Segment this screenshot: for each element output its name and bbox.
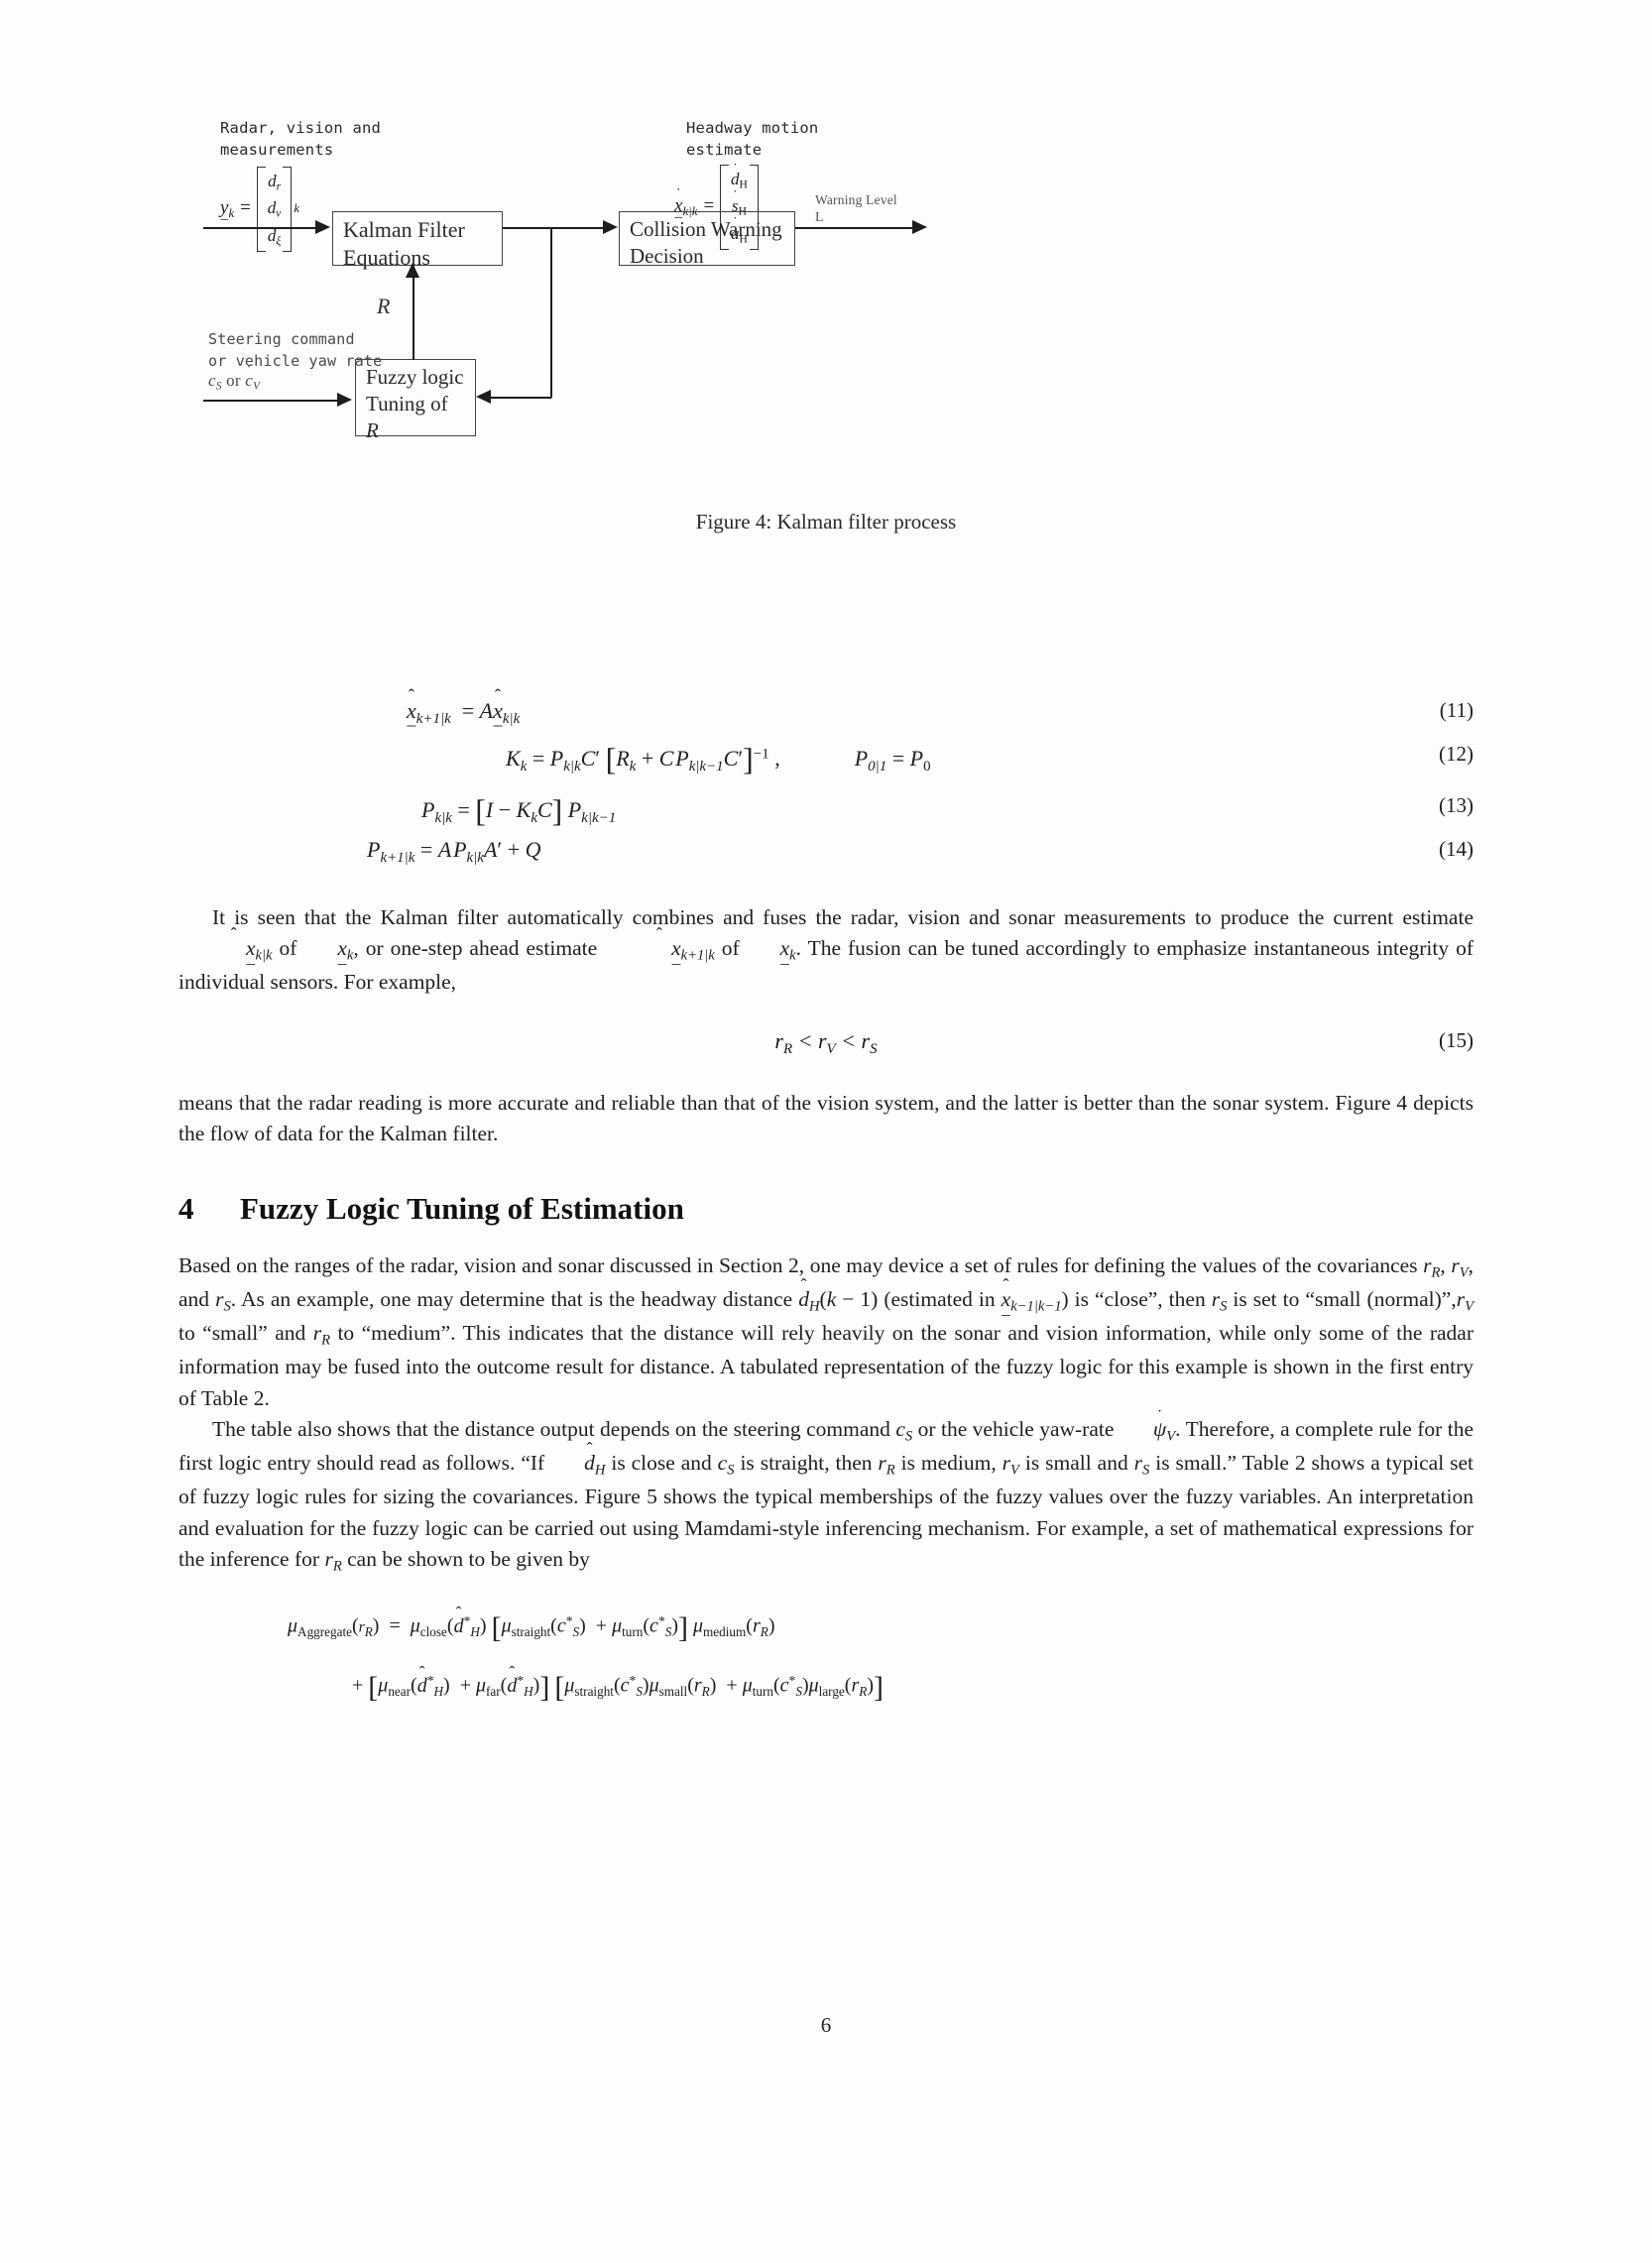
equation-13-body: Pk|k = [I − KkC] Pk|k−1 (421, 793, 617, 828)
figure-kalman-process: Radar, vision and measurements y _ k = dr d… (178, 109, 1474, 664)
paragraph-kalman-fusion: It is seen that the Kalman filter automa… (178, 905, 1474, 995)
box-fuzzy-line-3: R (366, 417, 379, 442)
measurement-matrix: dr dv dξ (256, 167, 293, 252)
document-page: Radar, vision and measurements y _ k = dr d… (0, 0, 1652, 2263)
equation-aggregate-line-2: + [μnear(d ˆ *H) + μfar(d ˆ *H)] [μstraight(… (352, 1663, 884, 1704)
arrow-line-warning-output (795, 227, 919, 230)
figure-label-headway: Headway motion estimate (686, 119, 819, 160)
arrow-line-steering-input (203, 400, 339, 403)
equation-14-row: Pk+1|k = A Pk|kA′ + Q (14) (178, 837, 1474, 881)
figure-caption: Figure 4: Kalman filter process (695, 510, 957, 534)
arrowhead-measurement-input (315, 220, 330, 234)
equation-11-row: x _ ˆ k+1|k = Ax _ ˆ k|k (11) (178, 685, 1474, 742)
figure-measurement-vector: y _ k = dr dv dξ k (220, 167, 299, 252)
section-number: 4 (178, 1191, 194, 1227)
equation-aggregate: μAggregate(rR) = μclose(d ˆ *H) [μstraight… (178, 1604, 1474, 1705)
feedback-line-horizontal (488, 397, 551, 400)
equation-block-kalman: x _ ˆ k+1|k = Ax _ ˆ k|k (11) Kk = Pk|kC′ [Rk … (178, 685, 1474, 881)
arrow-line-kalman-to-collision (503, 227, 604, 230)
equation-aggregate-line-1: μAggregate(rR) = μclose(d ˆ *H) [μstraight… (288, 1604, 775, 1644)
figure-label-measurements: Radar, vision and measurements (220, 119, 382, 160)
figure-label-warning-symbol: L (815, 210, 824, 225)
page-number: 6 (820, 2013, 832, 2037)
line-R-fuzzy-to-kalman (413, 266, 415, 360)
figure-label-R: R (377, 294, 391, 318)
arrowhead-warning-output (912, 220, 927, 234)
arrowhead-R-into-kalman (406, 263, 419, 278)
figure-label-steering-symbol: cS or c ˙ V (208, 362, 261, 393)
arrowhead-kalman-to-collision (603, 220, 618, 234)
box-collision-line-1: Collision Warning (630, 217, 782, 241)
equation-13-number: (13) (1439, 793, 1474, 817)
box-kalman-filter-equations: Kalman Filter Equations (332, 211, 503, 270)
arrow-line-measurement-input (203, 227, 317, 230)
equation-11-body: x _ ˆ k+1|k = Ax _ ˆ k|k (407, 685, 521, 729)
equation-11-number: (11) (1439, 698, 1474, 722)
box-fuzzy-line-2: Tuning of (366, 391, 448, 416)
equation-14-number: (14) (1439, 837, 1474, 861)
figure-label-steering: Steering command or vehicle yaw rate (208, 330, 383, 370)
equation-15-row: rR < rV < rS (15) (178, 1028, 1474, 1058)
paragraph-accuracy-ordering: means that the radar reading is more acc… (178, 1090, 1474, 1145)
figure-label-warning-level: Warning Level (815, 192, 897, 207)
box-collision-line-2: Decision (630, 243, 704, 268)
equation-15-body: rR < rV < rS (774, 1027, 878, 1057)
feedback-line-vertical-right (550, 227, 553, 398)
equation-12-row: Kk = Pk|kC′ [Rk + C Pk|k−1C′]−1 , P0|1 =… (178, 742, 1474, 793)
section-title: Fuzzy Logic Tuning of Estimation (240, 1191, 684, 1227)
equation-13-row: Pk|k = [I − KkC] Pk|k−1 (13) (178, 793, 1474, 837)
equation-12-number: (12) (1439, 742, 1474, 766)
page-content: Radar, vision and measurements y _ k = dr d… (178, 0, 1474, 1705)
section-heading-fuzzy-logic: 4 Fuzzy Logic Tuning of Estimation (178, 1191, 1474, 1227)
arrowhead-feedback-into-fuzzy (476, 390, 491, 404)
paragraph-table-rules: The table also shows that the distance o… (178, 1406, 1474, 1575)
equation-14-body: Pk+1|k = A Pk|kA′ + Q (367, 837, 541, 866)
equation-12-body: Kk = Pk|kC′ [Rk + C Pk|k−1C′]−1 , P0|1 =… (506, 742, 931, 776)
box-kalman-line-1: Kalman Filter (343, 217, 465, 242)
equation-15-number: (15) (1439, 1027, 1474, 1052)
paragraph-fuzzy-rules: Based on the ranges of the radar, vision… (178, 1253, 1475, 1410)
box-collision-warning-decision: Collision Warning Decision (619, 211, 795, 268)
arrowhead-steering-input (337, 393, 352, 407)
